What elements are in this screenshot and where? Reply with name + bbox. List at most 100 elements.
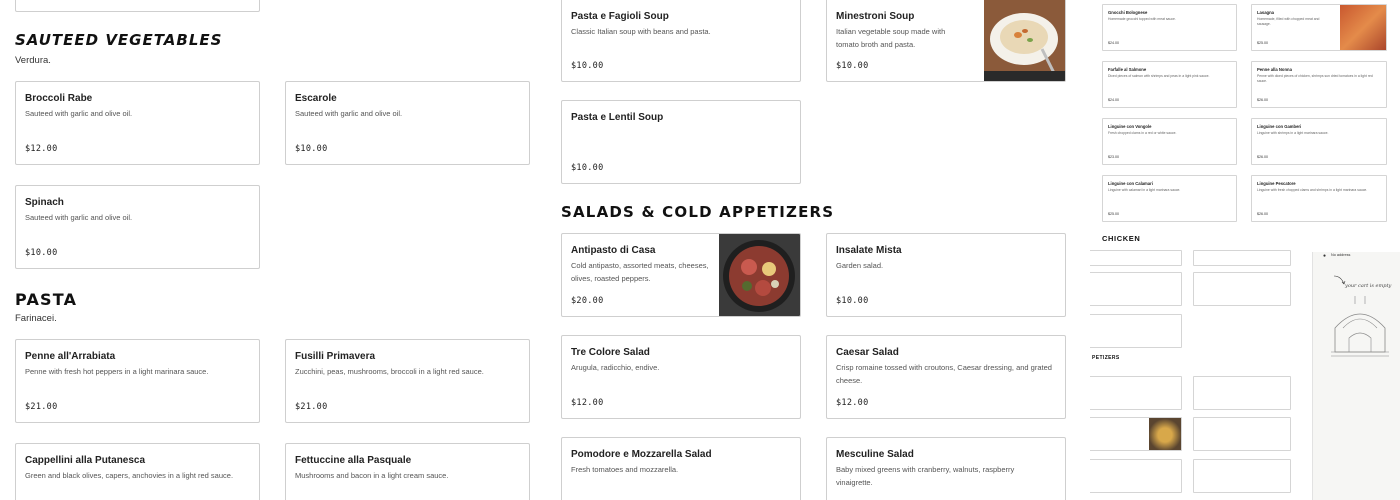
item-description: Zucchini, peas, mushrooms, broccoli in a… xyxy=(295,367,484,376)
mini-item-name: Linguine con Calamari xyxy=(1108,181,1153,186)
item-name: Fettuccine alla Pasquale xyxy=(295,455,412,466)
item-name: Caesar Salad xyxy=(836,347,899,358)
item-description: Sauteed with garlic and olive oil. xyxy=(295,109,403,118)
item-description: Green and black olives, capers, anchovie… xyxy=(25,471,234,480)
mini-item-description: Linguine with shrimps in a light marinar… xyxy=(1257,131,1329,135)
menu-item-card[interactable]: Tre Colore Salad Arugula, radicchio, end… xyxy=(561,335,801,419)
item-price: $10.00 xyxy=(571,163,604,173)
nested-card[interactable] xyxy=(1090,314,1182,348)
nested-card[interactable] xyxy=(1193,250,1291,266)
item-description: Cold antipasto, assorted meats, cheeses,… xyxy=(571,261,709,283)
menu-item-card[interactable]: Penne all'Arrabiata Penne with fresh hot… xyxy=(15,339,260,423)
nested-card[interactable] xyxy=(1193,417,1291,451)
section-title-sauteed: SAUTEED VEGETABLES xyxy=(15,31,223,49)
menu-item-card[interactable]: Pasta e Lentil Soup $10.00 xyxy=(561,100,801,184)
nested-card[interactable] xyxy=(1090,250,1182,266)
mini-item-name: Farfalle al Salmone xyxy=(1108,67,1147,72)
preview-section-title-chicken: CHICKEN xyxy=(1102,234,1141,243)
item-description: Sauteed with garlic and olive oil. xyxy=(25,213,133,222)
item-description: Baby mixed greens with cranberry, walnut… xyxy=(836,465,1015,487)
mini-item-card[interactable]: Lasagna Homemade, filled with chopped me… xyxy=(1251,4,1387,51)
item-name: Fusilli Primavera xyxy=(295,351,376,362)
item-description: Sauteed with garlic and olive oil. xyxy=(25,109,133,118)
mini-item-card[interactable]: Gnocchi Bolognese Homemade gnocchi toppe… xyxy=(1102,4,1237,51)
nested-card[interactable] xyxy=(1193,376,1291,410)
item-name: Cappellini alla Putanesca xyxy=(25,455,146,466)
item-name: Insalate Mista xyxy=(836,245,902,256)
lasagna-image xyxy=(1340,5,1386,50)
menu-item-card[interactable]: Caesar Salad Crisp romaine tossed with c… xyxy=(826,335,1066,419)
section-subtitle-pasta: Farinacei. xyxy=(15,313,57,324)
item-price: $21.00 xyxy=(295,402,328,412)
nested-card[interactable] xyxy=(1193,459,1291,493)
nested-card[interactable] xyxy=(1090,417,1182,451)
item-name: Mesculine Salad xyxy=(836,449,914,460)
item-name: Tre Colore Salad xyxy=(571,347,650,358)
mini-item-name: Penne alla Nonna xyxy=(1257,67,1292,72)
soup-bowl-image xyxy=(984,0,1065,81)
mini-item-price: $26.00 xyxy=(1257,98,1268,102)
pizza-oven-icon xyxy=(1331,296,1389,357)
item-name: Broccoli Rabe xyxy=(25,93,93,104)
item-name: Penne all'Arrabiata xyxy=(25,351,116,362)
section-subtitle-sauteed: Verdura. xyxy=(15,55,51,66)
menu-item-card[interactable]: Mesculine Salad Baby mixed greens with c… xyxy=(826,437,1066,500)
preview-section-title-appetizers: PETIZERS xyxy=(1092,355,1120,361)
mini-item-name: Linguine con Vongole xyxy=(1108,124,1152,129)
mini-item-price: $24.00 xyxy=(1108,41,1119,45)
menu-item-card[interactable]: Broccoli Rabe Sauteed with garlic and ol… xyxy=(15,81,260,165)
mini-item-card[interactable]: Linguine con Gamberi Linguine with shrim… xyxy=(1251,118,1387,165)
menu-item-card[interactable]: Escarole Sauteed with garlic and olive o… xyxy=(285,81,530,165)
mini-item-description: Homemade, filled with chopped meat and s… xyxy=(1257,17,1320,26)
arrow-icon xyxy=(1333,275,1346,285)
menu-item-card[interactable]: Cappellini alla Putanesca Green and blac… xyxy=(15,443,260,500)
menu-item-card[interactable]: Minestroni Soup Italian vegetable soup m… xyxy=(826,0,1066,82)
item-price: $20.00 xyxy=(571,296,604,306)
item-price: $12.00 xyxy=(836,398,869,408)
mini-item-card[interactable]: Linguine con Vongole Fresh chopped clams… xyxy=(1102,118,1237,165)
mini-item-card[interactable]: Linguine Pescatore Linguine with fresh c… xyxy=(1251,175,1387,222)
mini-item-price: $25.00 xyxy=(1108,212,1119,216)
item-name: Pomodore e Mozzarella Salad xyxy=(571,449,712,460)
mini-item-description: Homemade gnocchi topped with meat sauce. xyxy=(1108,17,1176,21)
mini-item-price: $26.00 xyxy=(1257,155,1268,159)
menu-item-card[interactable]: Insalate Mista Garden salad. $10.00 xyxy=(826,233,1066,317)
item-description: Classic Italian soup with beans and past… xyxy=(571,27,711,36)
item-description: Italian vegetable soup made with tomato … xyxy=(836,27,946,49)
menu-item-card[interactable]: Antipasto di Casa Cold antipasto, assort… xyxy=(561,233,801,317)
mini-item-card[interactable]: Penne alla Nonna Penne with diced pieces… xyxy=(1251,61,1387,108)
item-description: Fresh tomatoes and mozzarella. xyxy=(571,465,679,474)
address-label: No address xyxy=(1331,253,1351,257)
item-name: Spinach xyxy=(25,197,64,208)
item-price: $10.00 xyxy=(571,61,604,71)
nested-card[interactable] xyxy=(1193,272,1291,306)
antipasto-platter-image xyxy=(719,234,800,316)
item-name: Pasta e Lentil Soup xyxy=(571,112,664,123)
menu-item-card[interactable]: Pomodore e Mozzarella Salad Fresh tomato… xyxy=(561,437,801,500)
item-price: $10.00 xyxy=(836,61,869,71)
mini-item-description: Linguine with calamari in a light marina… xyxy=(1108,188,1181,192)
menu-item-card[interactable]: Pasta e Fagioli Soup Classic Italian sou… xyxy=(561,0,801,82)
item-name: Pasta e Fagioli Soup xyxy=(571,11,669,22)
menu-item-card[interactable]: Fusilli Primavera Zucchini, peas, mushro… xyxy=(285,339,530,423)
mini-item-card[interactable]: Farfalle al Salmone Diced pieces of salm… xyxy=(1102,61,1237,108)
mini-item-name: Gnocchi Bolognese xyxy=(1108,10,1148,15)
page-preview-thumbnail: Gnocchi Bolognese Homemade gnocchi toppe… xyxy=(1090,0,1400,500)
item-description: Mushrooms and bacon in a light cream sau… xyxy=(295,471,449,480)
nested-card[interactable] xyxy=(1090,376,1182,410)
item-price: $12.00 xyxy=(25,144,58,154)
item-name: Minestroni Soup xyxy=(836,11,915,22)
menu-item-card[interactable]: Fettuccine alla Pasquale Mushrooms and b… xyxy=(285,443,530,500)
mini-item-card[interactable]: Linguine con Calamari Linguine with cala… xyxy=(1102,175,1237,222)
menu-item-card[interactable]: Spinach Sauteed with garlic and olive oi… xyxy=(15,185,260,269)
mini-item-description: Fresh chopped clams in a red or white sa… xyxy=(1108,131,1177,135)
nested-card[interactable] xyxy=(1090,272,1182,306)
item-price: $10.00 xyxy=(25,248,58,258)
mini-item-price: $24.00 xyxy=(1108,98,1119,102)
item-price: $12.00 xyxy=(571,398,604,408)
mini-item-name: Linguine Pescatore xyxy=(1257,181,1296,186)
item-price: $21.00 xyxy=(25,402,58,412)
menu-card-partial-top[interactable] xyxy=(15,0,260,12)
section-title-pasta: PASTA xyxy=(15,290,78,309)
nested-card[interactable] xyxy=(1090,459,1182,493)
